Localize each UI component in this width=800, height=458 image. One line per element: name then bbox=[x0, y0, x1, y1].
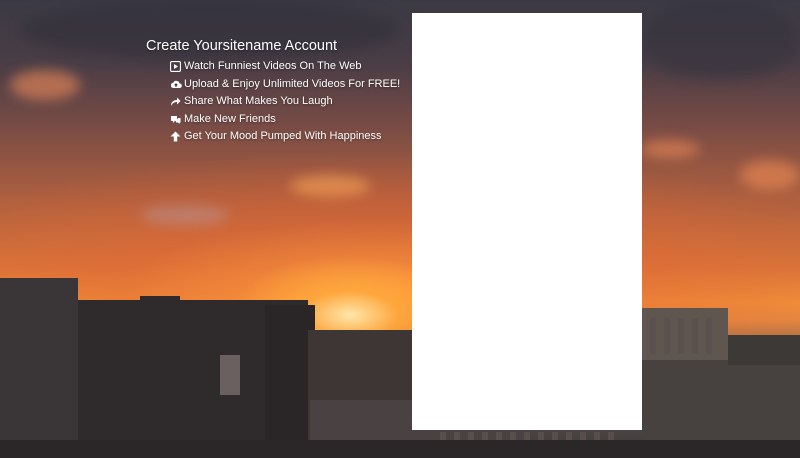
list-item: Make New Friends bbox=[170, 111, 400, 129]
list-item: Get Your Mood Pumped With Happiness bbox=[170, 128, 400, 146]
list-item: Share What Makes You Laugh bbox=[170, 93, 400, 111]
cloud-upload-icon bbox=[170, 79, 182, 90]
feature-label: Upload & Enjoy Unlimited Videos For FREE… bbox=[184, 77, 401, 90]
arrow-up-icon bbox=[170, 131, 181, 142]
feature-list: Watch Funniest Videos On The Web Upload … bbox=[170, 58, 400, 146]
list-item: Upload & Enjoy Unlimited Videos For FREE… bbox=[170, 76, 400, 94]
share-arrow-icon bbox=[170, 96, 181, 107]
page-title: Create Yoursitename Account bbox=[146, 38, 338, 54]
list-item: Watch Funniest Videos On The Web bbox=[170, 58, 400, 76]
feature-label: Get Your Mood Pumped With Happiness bbox=[184, 130, 382, 142]
feature-label: Share What Makes You Laugh bbox=[184, 95, 333, 107]
users-icon bbox=[170, 114, 181, 125]
feature-label: Make New Friends bbox=[184, 112, 276, 125]
signup-panel[interactable] bbox=[412, 13, 642, 430]
feature-label: Watch Funniest Videos On The Web bbox=[184, 60, 362, 72]
play-square-icon bbox=[170, 61, 181, 73]
